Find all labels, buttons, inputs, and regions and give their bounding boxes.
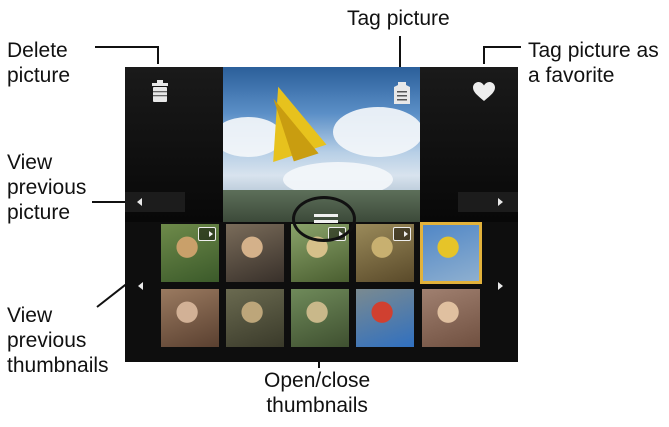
video-camera-icon: [393, 227, 411, 241]
thumbnail[interactable]: [291, 289, 349, 347]
callout-tag-picture: Tag picture: [347, 7, 450, 30]
leader-line-delete: [95, 46, 159, 48]
thumbnail[interactable]: [420, 222, 482, 284]
leader-line-favorite-v: [483, 46, 485, 64]
thumbnail[interactable]: [356, 289, 414, 347]
callout-view-previous-picture: View previous picture: [7, 151, 87, 224]
trash-icon[interactable]: [151, 80, 169, 102]
callout-view-previous-thumbnails: View previous thumbnails: [7, 304, 109, 377]
leader-line-favorite-h: [483, 46, 521, 48]
callout-open-close-thumbnails: Open/close thumbnails: [264, 369, 371, 417]
callout-delete-picture: Delete picture: [7, 39, 71, 87]
thumbnail[interactable]: [356, 224, 414, 282]
leader-line-delete-down: [157, 46, 159, 64]
thumbnail[interactable]: [161, 289, 219, 347]
callout-tag-favorite: Tag picture as a favorite: [528, 39, 659, 87]
next-picture-strip[interactable]: [458, 192, 518, 212]
handle-highlight-ring: [292, 196, 356, 242]
thumbnail[interactable]: [161, 224, 219, 282]
left-arrow-icon[interactable]: [137, 198, 142, 206]
prev-thumbnails-arrow-icon[interactable]: [138, 282, 143, 290]
leader-line-tag: [399, 36, 401, 70]
right-arrow-icon[interactable]: [498, 198, 503, 206]
thumbnail[interactable]: [226, 289, 284, 347]
thumbnail[interactable]: [422, 289, 480, 347]
prev-picture-strip[interactable]: [125, 192, 185, 212]
next-thumbnails-arrow-icon[interactable]: [498, 282, 503, 290]
heart-icon[interactable]: [473, 82, 495, 102]
video-camera-icon: [198, 227, 216, 241]
leader-line-prev-thumbs: [96, 284, 126, 308]
tag-icon[interactable]: [393, 82, 411, 104]
thumbnail[interactable]: [226, 224, 284, 282]
